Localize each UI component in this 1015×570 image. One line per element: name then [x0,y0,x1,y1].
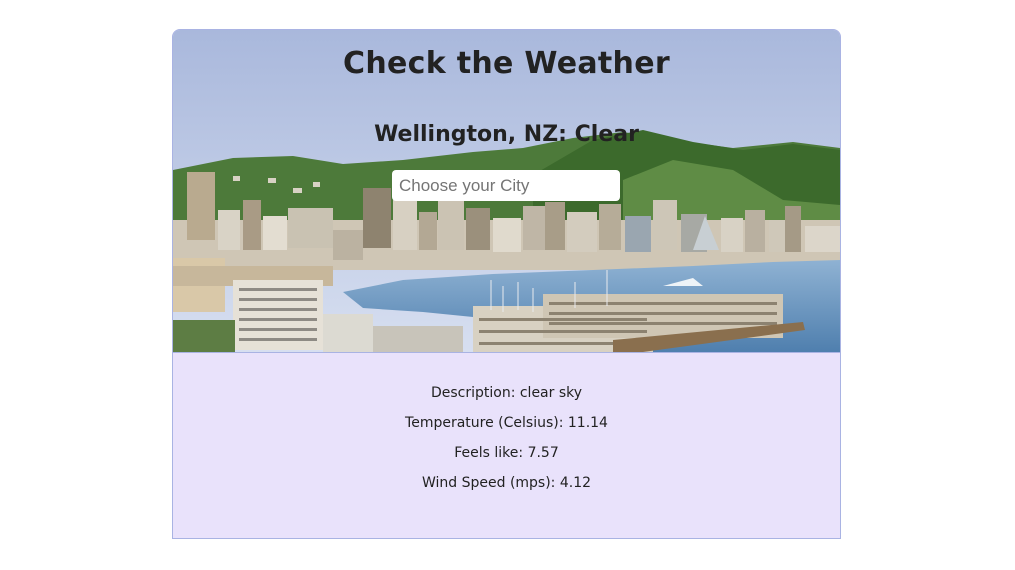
current-weather-heading: Wellington, NZ: Clear [374,122,639,147]
city-hero-image: Check the Weather Wellington, NZ: Clear [173,30,840,353]
temperature-text: Temperature (Celsius): 11.14 [405,415,608,431]
description-text: Description: clear sky [430,385,583,401]
city-search-input[interactable] [392,170,620,201]
page-title: Check the Weather [343,46,670,81]
weather-card: Check the Weather Wellington, NZ: Clear … [172,29,841,539]
weather-details: Description: clear sky Temperature (Cels… [173,379,840,499]
wind-speed-text: Wind Speed (mps): 4.12 [421,475,592,491]
feels-like-text: Feels like: 7.57 [454,445,559,461]
